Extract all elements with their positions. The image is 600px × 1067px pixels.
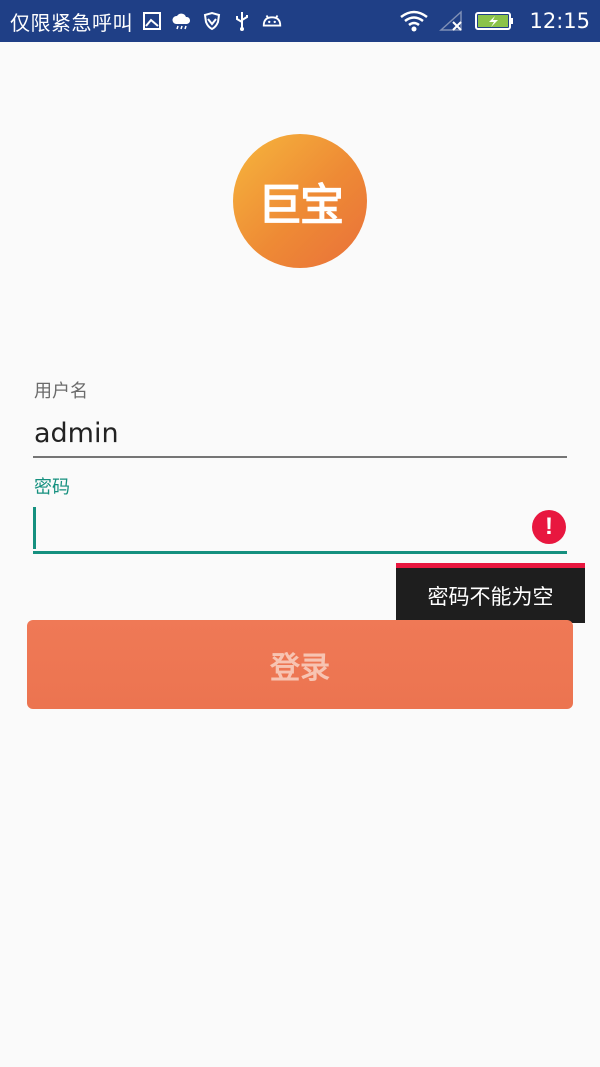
username-input[interactable] bbox=[34, 418, 534, 449]
login-button[interactable]: 登录 bbox=[27, 620, 573, 709]
carrier-text: 仅限紧急呼叫 bbox=[10, 10, 133, 35]
status-left: 仅限紧急呼叫 bbox=[10, 7, 399, 36]
password-input[interactable] bbox=[34, 508, 524, 548]
error-popup: 密码不能为空 bbox=[396, 563, 585, 623]
cloud-icon bbox=[171, 10, 193, 32]
password-label: 密码 bbox=[34, 477, 70, 498]
status-right: 12:15 bbox=[399, 9, 590, 33]
usb-icon bbox=[231, 10, 253, 32]
vpn-shield-icon bbox=[201, 10, 223, 32]
logo-text: 巨宝 bbox=[258, 180, 344, 231]
status-bar: 仅限紧急呼叫 12:15 bbox=[0, 0, 600, 42]
app-logo: 巨宝 bbox=[233, 134, 367, 268]
login-screen: 仅限紧急呼叫 12:15 巨宝 用户名 admin 密码 ! 密码不能为空 登录 bbox=[0, 0, 600, 1067]
clock: 12:15 bbox=[529, 9, 590, 33]
battery-charging-icon bbox=[475, 10, 515, 32]
username-label: 用户名 bbox=[34, 381, 88, 402]
image-icon bbox=[141, 10, 163, 32]
no-signal-icon bbox=[439, 10, 465, 32]
username-underline bbox=[33, 456, 567, 458]
password-underline bbox=[33, 551, 567, 554]
wifi-icon bbox=[399, 10, 429, 32]
error-icon[interactable]: ! bbox=[532, 510, 566, 544]
text-cursor bbox=[33, 507, 36, 549]
android-icon bbox=[261, 10, 283, 32]
error-message: 密码不能为空 bbox=[427, 584, 554, 609]
